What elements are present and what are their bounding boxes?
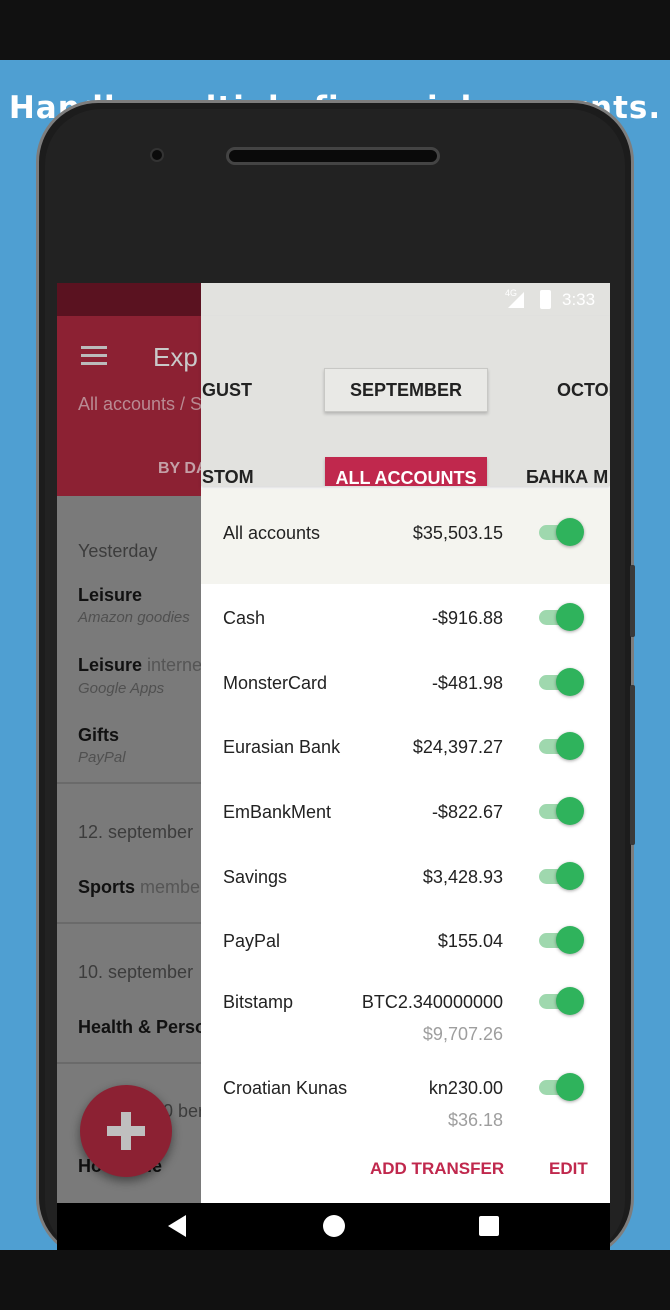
status-bar: 4G 3:33 bbox=[201, 283, 610, 316]
account-toggle[interactable] bbox=[539, 667, 584, 697]
account-toggle[interactable] bbox=[539, 1072, 584, 1102]
transaction-category[interactable]: Sports membe bbox=[78, 877, 200, 898]
add-transfer-button[interactable]: ADD TRANSFER bbox=[370, 1159, 504, 1179]
back-icon[interactable] bbox=[168, 1215, 186, 1237]
account-toggle[interactable] bbox=[539, 861, 584, 891]
month-chip-next[interactable]: OCTOB bbox=[557, 380, 610, 401]
edit-button[interactable]: EDIT bbox=[549, 1159, 588, 1179]
transaction-category[interactable]: Health & Perso bbox=[78, 1017, 206, 1038]
account-balance: -$822.67 bbox=[431, 802, 503, 822]
transaction-category[interactable]: Gifts bbox=[78, 725, 119, 746]
account-chip-prev[interactable]: STOM bbox=[202, 467, 254, 486]
account-balance: -$481.98 bbox=[431, 673, 503, 693]
account-balance: $35,503.15 bbox=[412, 523, 503, 543]
account-toggle[interactable] bbox=[539, 602, 584, 632]
account-name: All accounts bbox=[223, 523, 321, 543]
account-chip-next[interactable]: БАНКА М bbox=[526, 467, 608, 486]
bottom-letterbox bbox=[0, 1250, 670, 1310]
transaction-note: Amazon goodies bbox=[78, 609, 190, 626]
month-chip-prev[interactable]: GUST bbox=[202, 380, 252, 401]
transaction-category[interactable]: Leisure bbox=[78, 585, 142, 606]
earpiece-speaker bbox=[226, 147, 440, 165]
filter-chips: GUST SEPTEMBER OCTOB STOM ALL ACCOUNTS Б… bbox=[201, 316, 610, 486]
navigation-bar bbox=[57, 1203, 610, 1250]
account-name: Savings bbox=[223, 867, 288, 887]
account-selector-sheet: 4G 3:33 GUST SEPTEMBER OCTOB STOM ALL AC… bbox=[201, 283, 610, 1203]
home-icon[interactable] bbox=[323, 1215, 345, 1237]
add-transaction-fab[interactable] bbox=[80, 1085, 172, 1177]
front-camera bbox=[150, 148, 164, 162]
account-name: PayPal bbox=[223, 931, 281, 951]
battery-icon bbox=[540, 290, 551, 309]
transaction-note: Google Apps bbox=[78, 680, 165, 697]
volume-button bbox=[630, 565, 635, 637]
status-time: 3:33 bbox=[562, 290, 596, 309]
account-name: EmBankMent bbox=[223, 802, 332, 822]
all-accounts-row[interactable]: All accounts $35,503.15 bbox=[201, 489, 610, 584]
account-balance-converted: $9,707.26 bbox=[422, 1024, 503, 1044]
group-date: 10. september bbox=[78, 962, 194, 982]
account-balance: $3,428.93 bbox=[422, 867, 503, 887]
transaction-category[interactable]: Leisure interne bbox=[78, 655, 202, 676]
account-balance: kn230.00 bbox=[428, 1078, 503, 1098]
account-toggle[interactable] bbox=[539, 986, 584, 1016]
account-name: Eurasian Bank bbox=[223, 737, 341, 757]
group-date: Yesterday bbox=[78, 541, 158, 561]
transaction-note: PayPal bbox=[78, 749, 126, 766]
account-name: MonsterCard bbox=[223, 673, 328, 693]
account-balance: BTC2.340000000 bbox=[361, 992, 503, 1012]
power-button bbox=[630, 685, 635, 845]
menu-icon[interactable] bbox=[81, 346, 107, 366]
account-toggle[interactable] bbox=[539, 731, 584, 761]
account-name: Cash bbox=[223, 608, 266, 628]
account-balance-converted: $36.18 bbox=[447, 1110, 503, 1130]
account-chip-selected[interactable]: ALL ACCOUNTS bbox=[325, 457, 487, 486]
top-letterbox bbox=[0, 0, 670, 60]
account-balance: $24,397.27 bbox=[412, 737, 503, 757]
app-breadcrumb: All accounts / S bbox=[78, 394, 203, 414]
account-name: Croatian Kunas bbox=[223, 1078, 348, 1098]
account-balance: $155.04 bbox=[437, 931, 503, 951]
app-title: Exp bbox=[153, 342, 198, 372]
month-chip-selected[interactable]: SEPTEMBER bbox=[324, 368, 488, 412]
phone-screen: Exp All accounts / S BY DA Yesterday Lei… bbox=[57, 283, 610, 1250]
account-name: Bitstamp bbox=[223, 992, 294, 1012]
recents-icon[interactable] bbox=[479, 1216, 499, 1236]
account-balance: -$916.88 bbox=[431, 608, 503, 628]
group-date: 12. september bbox=[78, 822, 194, 842]
account-toggle[interactable] bbox=[539, 517, 584, 547]
account-toggle[interactable] bbox=[539, 796, 584, 826]
signal-icon bbox=[508, 292, 524, 308]
account-toggle[interactable] bbox=[539, 925, 584, 955]
